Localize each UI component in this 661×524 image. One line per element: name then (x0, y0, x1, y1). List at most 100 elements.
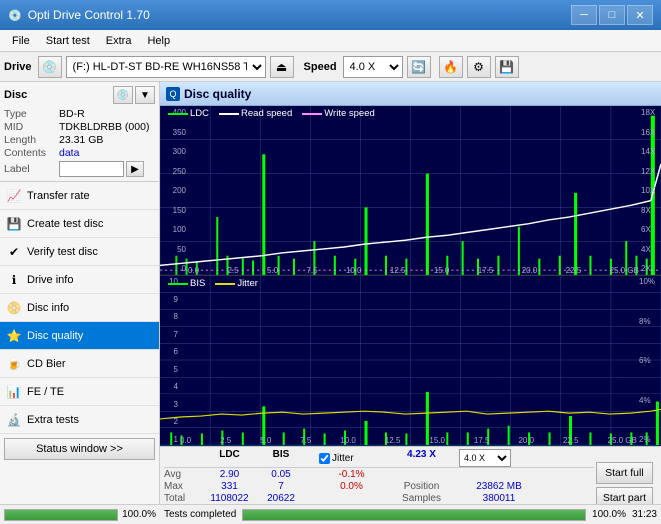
menu-start-test[interactable]: Start test (38, 33, 98, 49)
disc-length-label: Length (4, 134, 59, 146)
sidebar-item-disc-quality[interactable]: ⭐ Disc quality (0, 322, 159, 350)
legend-bis: BIS (168, 278, 205, 289)
col-speed: 4.23 X (384, 449, 459, 467)
disc-section: Disc 💿 ▼ Type BD-R MID TDKBLDRBB (000) L… (0, 82, 159, 182)
drive-icon-btn[interactable]: 💿 (38, 56, 62, 78)
speed-select-area: 4.0 X (459, 449, 539, 467)
chart-header: Q Disc quality (160, 82, 661, 106)
chart-top-svg (160, 106, 661, 275)
create-test-disc-icon: 💾 (6, 216, 22, 232)
disc-contents-value: data (59, 147, 79, 159)
left-progress-label: 100.0% (122, 509, 156, 520)
chart-header-icon: Q (166, 87, 180, 101)
sidebar-item-extra-tests[interactable]: 🔬 Extra tests (0, 406, 159, 434)
legend-ldc: LDC (168, 108, 209, 119)
drive-select[interactable]: (F:) HL-DT-ST BD-RE WH16NS58 TST4 (66, 56, 266, 78)
minimize-button[interactable]: ─ (571, 5, 597, 25)
burn-btn[interactable]: 🔥 (439, 56, 463, 78)
sidebar-label-create-test-disc: Create test disc (27, 218, 103, 230)
status-progress-percent: 100.0% (592, 509, 626, 520)
save-btn[interactable]: 💾 (495, 56, 519, 78)
status-time: 31:23 (632, 509, 657, 520)
titlebar-title: Opti Drive Control 1.70 (28, 8, 150, 22)
sidebar-item-drive-info[interactable]: ℹ Drive info (0, 266, 159, 294)
fe-te-icon: 📊 (6, 384, 22, 400)
status-progress-fill (243, 510, 585, 520)
disc-mid-row: MID TDKBLDRBB (000) (4, 121, 155, 133)
right-panel: Q Disc quality (160, 82, 661, 524)
close-button[interactable]: ✕ (627, 5, 653, 25)
disc-label-go-btn[interactable]: ▶ (126, 161, 144, 177)
maximize-button[interactable]: □ (599, 5, 625, 25)
eject-button[interactable]: ⏏ (270, 56, 294, 78)
left-panel: Disc 💿 ▼ Type BD-R MID TDKBLDRBB (000) L… (0, 82, 160, 524)
menu-file[interactable]: File (4, 33, 38, 49)
sidebar-item-fe-te[interactable]: 📊 FE / TE (0, 378, 159, 406)
chart-top-x-labels: 0.0 2.5 5.0 7.5 10.0 12.5 15.0 17.5 20.0… (188, 266, 639, 275)
drive-label: Drive (4, 61, 32, 73)
speed-refresh-btn[interactable]: 🔄 (407, 56, 431, 78)
disc-quality-icon: ⭐ (6, 328, 22, 344)
disc-type-label: Type (4, 108, 59, 120)
disc-icon-btn2[interactable]: ▼ (135, 86, 155, 104)
titlebar-left: 💿 Opti Drive Control 1.70 (8, 8, 150, 22)
disc-contents-row: Contents data (4, 147, 155, 159)
settings-btn[interactable]: ⚙ (467, 56, 491, 78)
total-ldc: 1108022 (202, 493, 257, 504)
sidebar-item-verify-test-disc[interactable]: ✔ Verify test disc (0, 238, 159, 266)
app-icon: 💿 (8, 9, 22, 22)
disc-mid-value: TDKBLDRBB (000) (59, 121, 149, 133)
stats-total-row: Total 1108022 20622 Samples 380011 (164, 493, 594, 504)
verify-test-disc-icon: ✔ (6, 244, 22, 260)
menu-extra[interactable]: Extra (98, 33, 140, 49)
max-label: Max (164, 481, 202, 492)
chart-bottom-legend: BIS Jitter (168, 278, 258, 289)
legend-read-speed: Read speed (219, 108, 292, 119)
status-progress-bar (242, 509, 586, 521)
bis-color (168, 283, 188, 285)
disc-icon-btn1[interactable]: 💿 (113, 86, 133, 104)
titlebar-controls: ─ □ ✕ (571, 5, 653, 25)
read-speed-color (219, 113, 239, 115)
chart-bottom-y-labels-right: 10% 8% 6% 4% 2% (637, 276, 661, 445)
disc-type-row: Type BD-R (4, 108, 155, 120)
speed-select[interactable]: 4.0 X (343, 56, 403, 78)
chart-bottom: BIS Jitter 10 9 8 7 6 5 (160, 276, 661, 446)
disc-label-row: Label ▶ (4, 161, 155, 177)
left-progress-fill (5, 510, 117, 520)
disc-length-value: 23.31 GB (59, 134, 103, 146)
samples-value: 380011 (459, 493, 539, 504)
stats-max-row: Max 331 7 0.0% Position 23862 MB (164, 481, 594, 492)
sidebar-label-drive-info: Drive info (27, 274, 73, 286)
speed-dropdown[interactable]: 4.0 X (459, 449, 511, 467)
total-label: Total (164, 493, 202, 504)
chart-bottom-svg (160, 276, 661, 445)
sidebar-label-disc-quality: Disc quality (27, 330, 83, 342)
menu-help[interactable]: Help (139, 33, 178, 49)
status-text: Tests completed (164, 509, 236, 520)
legend-jitter: Jitter (215, 278, 258, 289)
start-full-button[interactable]: Start full (596, 462, 653, 484)
samples-label: Samples (384, 493, 459, 504)
position-value: 23862 MB (459, 481, 539, 492)
chart-bottom-y-labels-left: 10 9 8 7 6 5 4 3 2 1 (160, 276, 180, 445)
status-bar: Tests completed 100.0% 31:23 (160, 504, 661, 524)
drive-info-icon: ℹ (6, 272, 22, 288)
disc-header: Disc 💿 ▼ (4, 86, 155, 104)
chart-title: Disc quality (184, 87, 251, 101)
sidebar-label-verify-test-disc: Verify test disc (27, 246, 98, 258)
sidebar-item-transfer-rate[interactable]: 📈 Transfer rate (0, 182, 159, 210)
chart-top-y-labels-right: 18X 16X 14X 12X 10X 8X 6X 4X 2X (639, 106, 661, 275)
jitter-checkbox[interactable] (319, 453, 330, 464)
avg-ldc: 2.90 (202, 469, 257, 480)
sidebar-label-cd-bier: CD Bier (27, 358, 66, 370)
disc-mid-label: MID (4, 121, 59, 133)
sidebar-item-disc-info[interactable]: 📀 Disc info (0, 294, 159, 322)
sidebar-item-cd-bier[interactable]: 🍺 CD Bier (0, 350, 159, 378)
jitter-color (215, 283, 235, 285)
disc-contents-label: Contents (4, 147, 59, 159)
sidebar-item-create-test-disc[interactable]: 💾 Create test disc (0, 210, 159, 238)
disc-label-input[interactable] (59, 161, 124, 177)
chart-bottom-x-labels: 0.0 2.5 5.0 7.5 10.0 12.5 15.0 17.5 20.0… (180, 436, 637, 445)
status-window-button[interactable]: Status window >> (4, 438, 155, 460)
